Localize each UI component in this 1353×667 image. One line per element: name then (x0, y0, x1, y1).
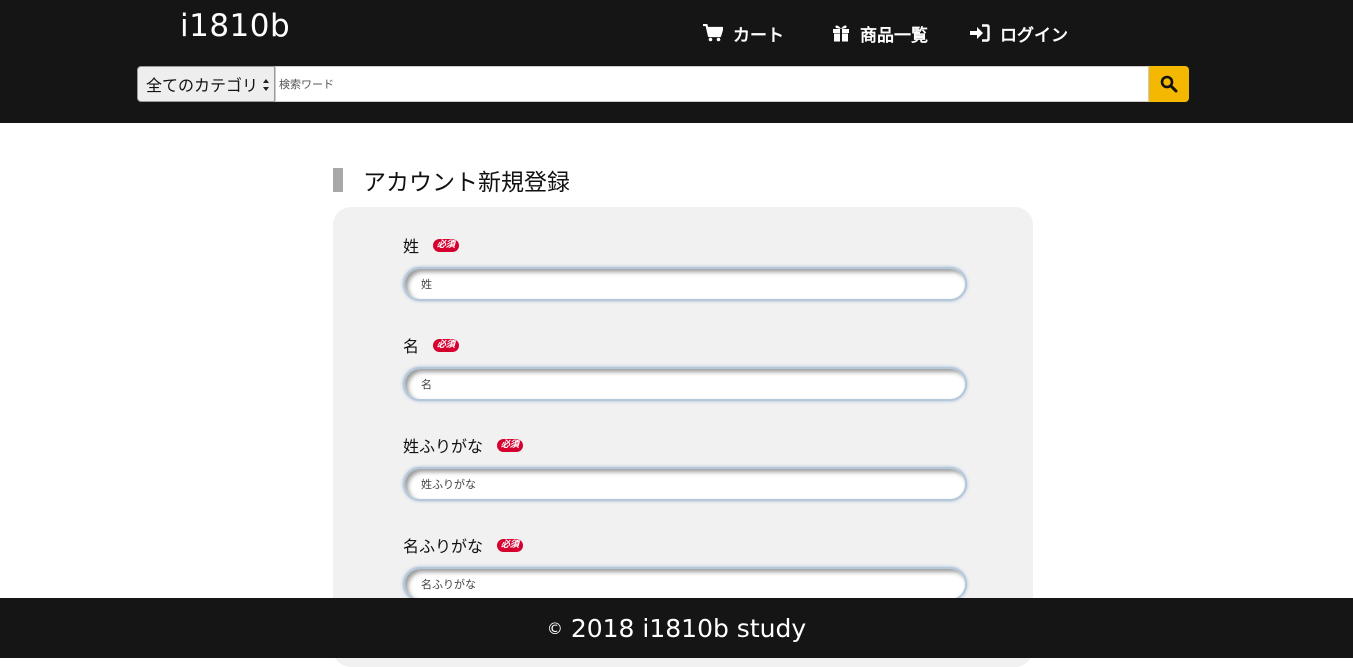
field-label: 名 必須 (403, 334, 969, 356)
last-name-kana-input[interactable] (421, 477, 965, 491)
nav-cart-link[interactable]: カート (703, 20, 784, 46)
field-label-text: 姓 (403, 237, 420, 256)
field-label-text: 名 (403, 337, 420, 356)
select-arrows-icon (263, 79, 269, 91)
search-input[interactable] (279, 67, 1148, 101)
nav-cart-label: カート (733, 25, 784, 46)
nav-products-label: 商品一覧 (860, 25, 928, 46)
site-logo[interactable]: i1810b (180, 8, 290, 44)
field-label-text: 名ふりがな (403, 537, 484, 556)
last-name-field[interactable] (403, 267, 967, 301)
category-select-value: 全てのカテゴリ (146, 76, 259, 95)
page-heading: アカウント新規登録 (333, 166, 570, 196)
footer-text: 2018 i1810b study (570, 613, 807, 643)
first-name-field[interactable] (403, 367, 967, 401)
nav-login-label: ログイン (1000, 25, 1068, 46)
search-button[interactable] (1149, 66, 1189, 102)
form-field-first-name: 名 必須 (403, 334, 969, 401)
category-select[interactable]: 全てのカテゴリ (137, 66, 275, 102)
required-badge: 必須 (433, 238, 460, 252)
required-badge: 必須 (433, 338, 460, 352)
form-field-last-name: 姓 必須 (403, 234, 969, 301)
field-label: 名ふりがな 必須 (403, 534, 969, 556)
page-title: アカウント新規登録 (363, 170, 570, 196)
first-name-kana-field[interactable] (403, 567, 967, 601)
first-name-input[interactable] (421, 377, 965, 391)
search-field[interactable] (275, 66, 1149, 102)
required-badge: 必須 (497, 438, 524, 452)
nav-login-link[interactable]: ログイン (970, 20, 1068, 46)
field-label: 姓 必須 (403, 234, 969, 256)
site-header: i1810b カート 商品一覧 ログイン 全てのカテゴリ (0, 0, 1353, 123)
last-name-kana-field[interactable] (403, 467, 967, 501)
nav-products-link[interactable]: 商品一覧 (832, 20, 928, 46)
first-name-kana-input[interactable] (421, 577, 965, 591)
copyright-symbol: © (546, 618, 563, 638)
form-field-first-name-kana: 名ふりがな 必須 (403, 534, 969, 601)
cart-icon (703, 24, 723, 42)
site-footer: © 2018 i1810b study (0, 598, 1353, 658)
title-accent-bar (333, 168, 343, 192)
field-label: 姓ふりがな 必須 (403, 434, 969, 456)
required-badge: 必須 (497, 538, 524, 552)
sign-in-icon (970, 24, 990, 42)
gift-icon (833, 25, 849, 42)
search-icon (1160, 75, 1178, 93)
form-field-last-name-kana: 姓ふりがな 必須 (403, 434, 969, 501)
last-name-input[interactable] (421, 277, 965, 291)
field-label-text: 姓ふりがな (403, 437, 484, 456)
